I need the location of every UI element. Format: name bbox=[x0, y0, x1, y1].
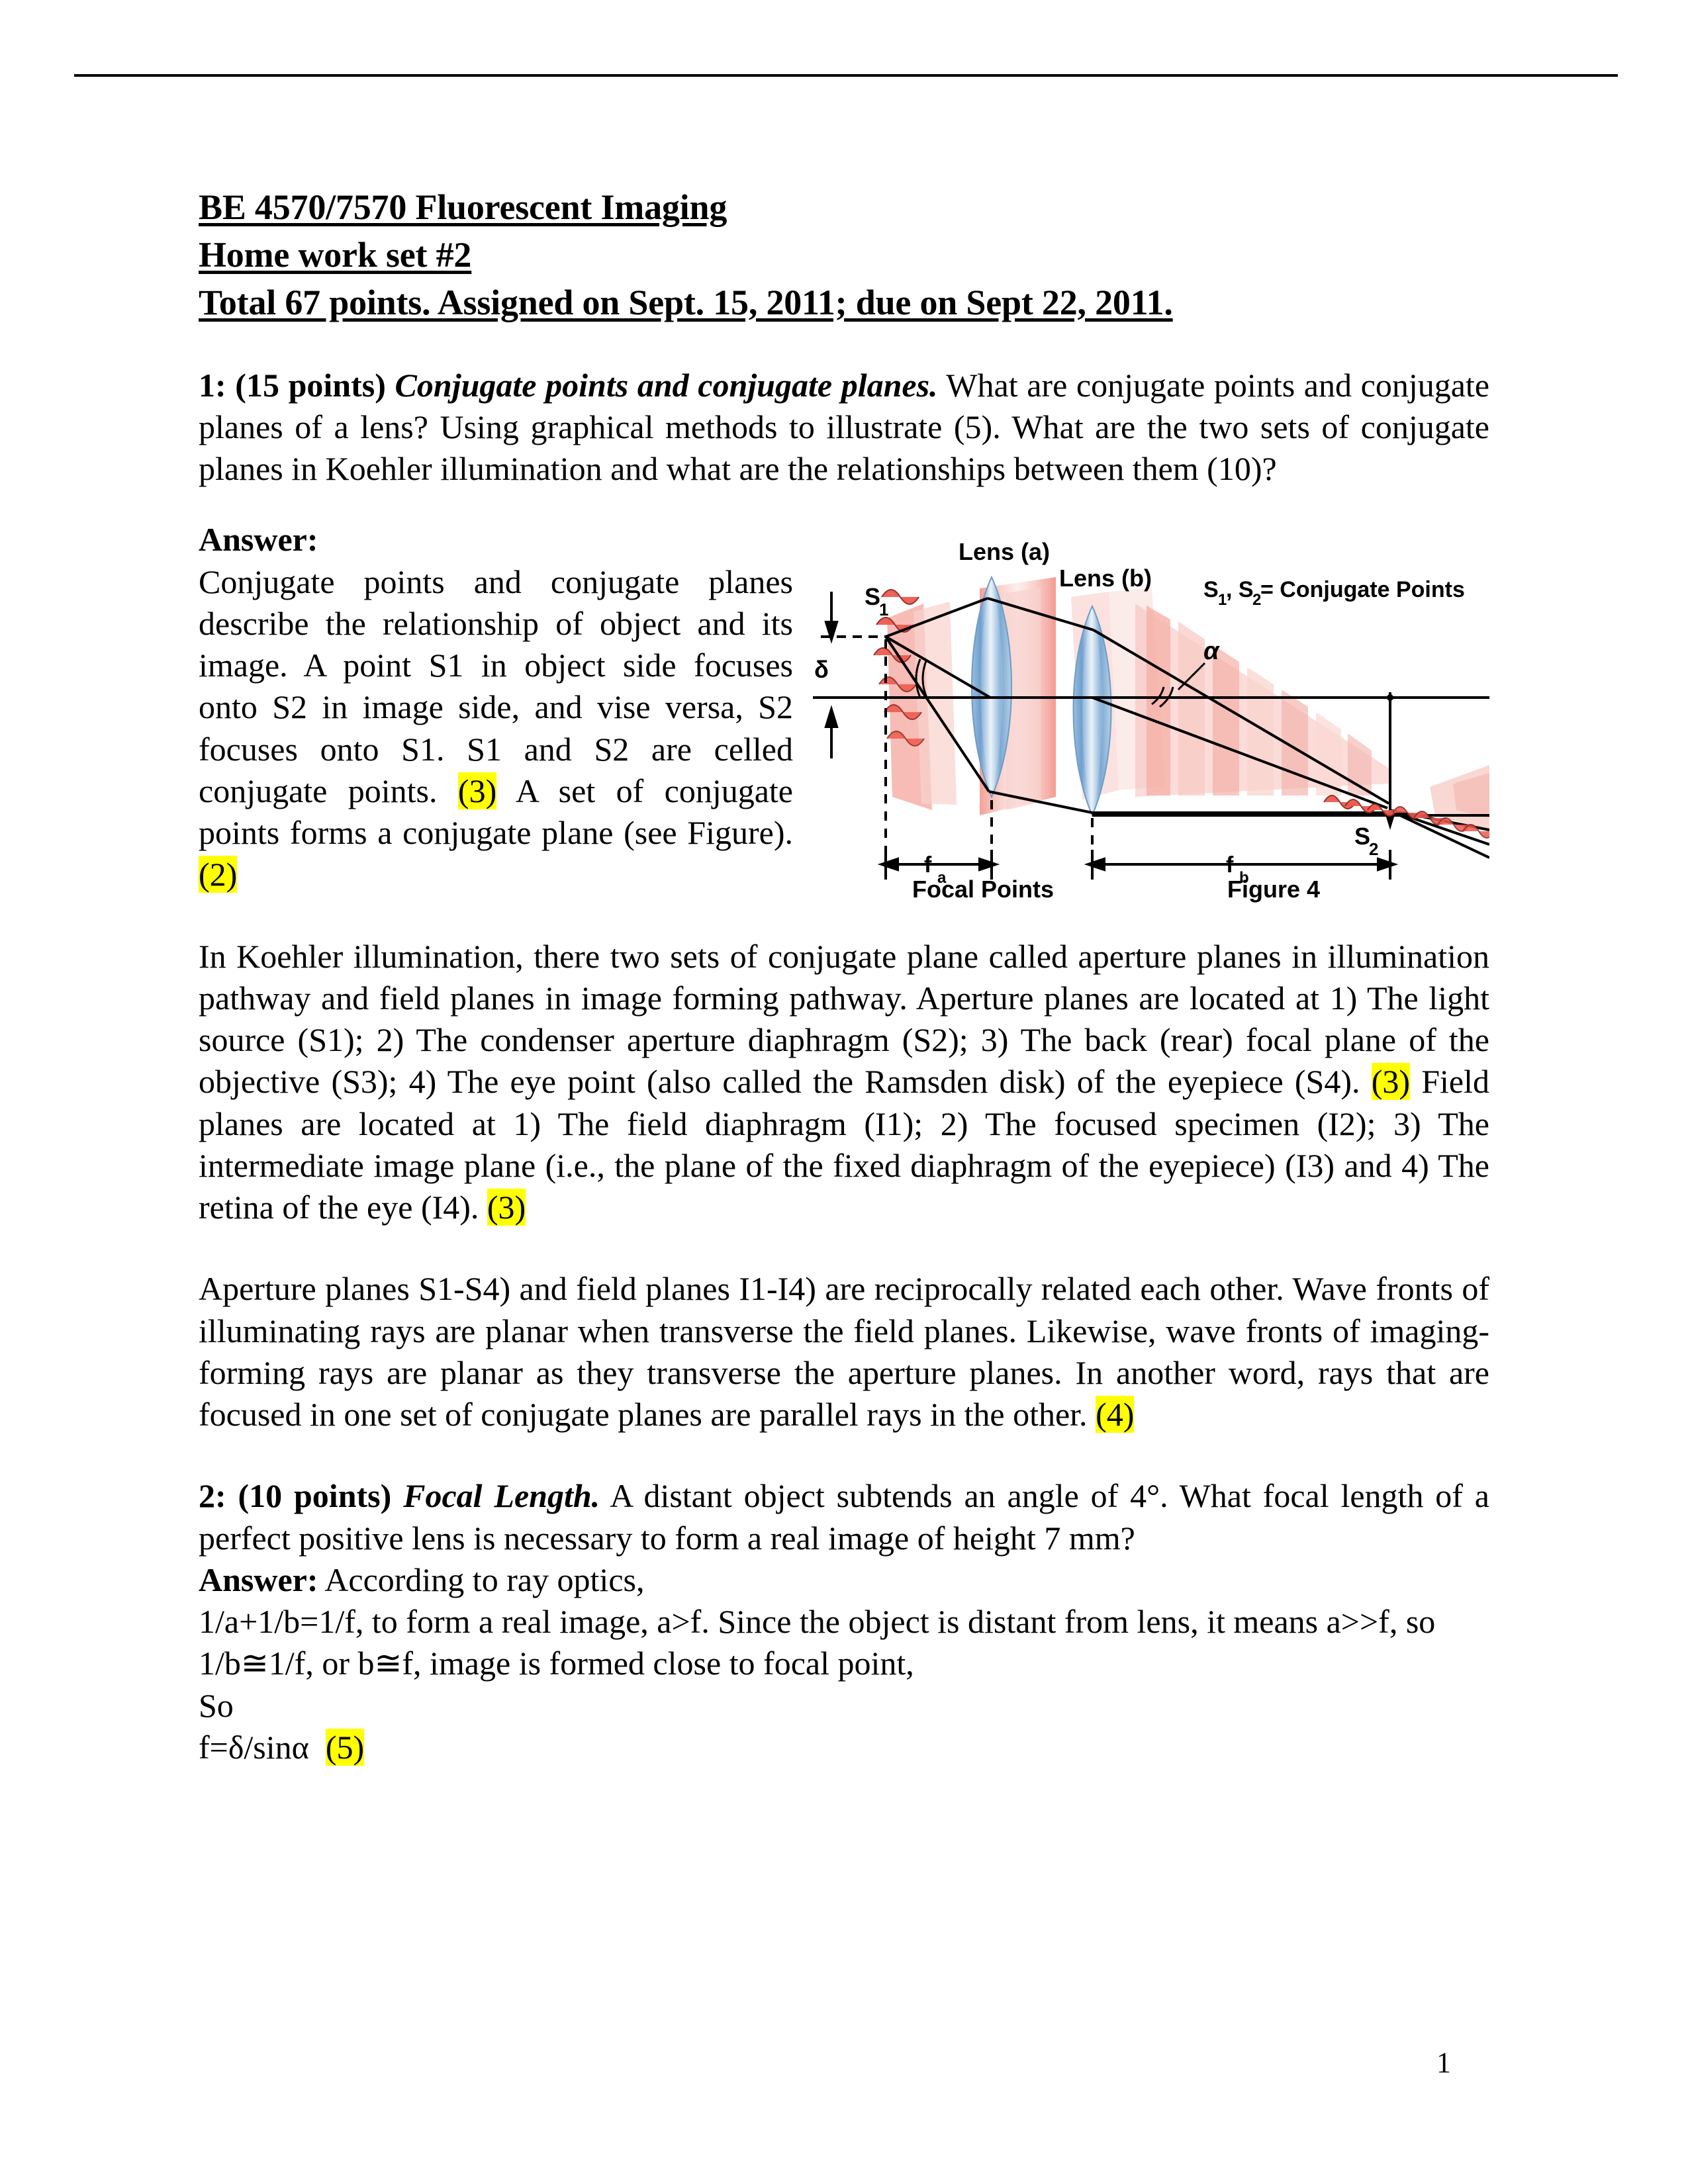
focal-points-label: Focal Points bbox=[912, 876, 1054, 903]
fa-label: f bbox=[924, 852, 932, 878]
focal-formula: f=δ/sinα bbox=[199, 1728, 309, 1766]
figure-4-conjugate-points: δ α f a f b Lens (a) Lens (b) S 1 S 2 S … bbox=[808, 519, 1489, 903]
title-line-course: BE 4570/7570 Fluorescent Imaging bbox=[199, 187, 727, 227]
legend-mid: , S bbox=[1226, 577, 1254, 602]
answer-2-intro-text: According to ray optics, bbox=[318, 1561, 645, 1598]
score-2: (2) bbox=[199, 856, 238, 893]
alpha-label: α bbox=[1203, 637, 1220, 665]
title-block: BE 4570/7570 Fluorescent Imaging Home wo… bbox=[199, 184, 1489, 326]
page-number: 1 bbox=[1436, 2046, 1451, 2079]
legend-s1: S bbox=[1203, 577, 1219, 602]
score-3b: (3) bbox=[1371, 1063, 1411, 1101]
header-rule bbox=[74, 74, 1618, 77]
question-2-topic: Focal Length. bbox=[403, 1477, 600, 1515]
figure-caption: Figure 4 bbox=[1227, 876, 1320, 903]
answer-2-intro: Answer: According to ray optics, bbox=[199, 1559, 1489, 1601]
score-3c: (3) bbox=[487, 1189, 526, 1226]
question-2-prompt: 2: (10 points) Focal Length. A distant o… bbox=[199, 1475, 1489, 1559]
answer-1-paragraph-3: Aperture planes S1-S4) and field planes … bbox=[199, 1268, 1489, 1435]
answer-2-line-1: 1/a+1/b=1/f, to form a real image, a>f. … bbox=[199, 1603, 1436, 1641]
answer-2-line-4: f=δ/sinα (5) bbox=[199, 1727, 1489, 1768]
answer-2-line-3: So bbox=[199, 1686, 234, 1724]
s2-sub: 2 bbox=[1369, 839, 1378, 859]
lens-b-label: Lens (b) bbox=[1059, 565, 1152, 592]
question-2-body: A distant object subtends an angle of 4°… bbox=[199, 1477, 1489, 1557]
answer-2-label: Answer: bbox=[199, 1561, 318, 1598]
question-1-prompt: 1: (15 points) Conjugate points and conj… bbox=[199, 365, 1489, 490]
s2-label: S bbox=[1354, 823, 1370, 850]
legend-suffix: = Conjugate Points bbox=[1260, 577, 1465, 602]
koehler-text-part1: In Koehler illumination, there two sets … bbox=[199, 937, 1489, 1101]
s1-label: S bbox=[865, 583, 880, 610]
question-2-number: 2: (10 points) bbox=[199, 1477, 392, 1515]
reciprocal-text: Aperture planes S1-S4) and field planes … bbox=[199, 1270, 1489, 1433]
delta-label: δ bbox=[814, 656, 829, 683]
score-5: (5) bbox=[325, 1728, 365, 1766]
document-page: BE 4570/7570 Fluorescent Imaging Home wo… bbox=[0, 0, 1688, 2184]
s1-sub: 1 bbox=[879, 600, 888, 619]
question-1-number: 1: (15 points) bbox=[199, 366, 386, 404]
answer-1-wrap: δ α f a f b Lens (a) Lens (b) S 1 S 2 S … bbox=[199, 519, 1489, 903]
question-1-topic: Conjugate points and conjugate planes. bbox=[395, 366, 938, 404]
title-line-points-dates: Total 67 points. Assigned on Sept. 15, 2… bbox=[199, 283, 1173, 323]
lens-a-label: Lens (a) bbox=[959, 538, 1050, 565]
score-4: (4) bbox=[1096, 1396, 1135, 1433]
title-line-homework: Home work set #2 bbox=[199, 235, 472, 275]
document-body: BE 4570/7570 Fluorescent Imaging Home wo… bbox=[199, 184, 1489, 1768]
score-3a: (3) bbox=[457, 772, 497, 809]
fb-label: f bbox=[1226, 852, 1234, 878]
answer-1-paragraph-2: In Koehler illumination, there two sets … bbox=[199, 936, 1489, 1229]
answer-2-line-2: 1/b≅1/f, or b≅f, image is formed close t… bbox=[199, 1645, 914, 1682]
figure-4-svg: δ α f a f b Lens (a) Lens (b) S 1 S 2 S … bbox=[808, 519, 1489, 903]
